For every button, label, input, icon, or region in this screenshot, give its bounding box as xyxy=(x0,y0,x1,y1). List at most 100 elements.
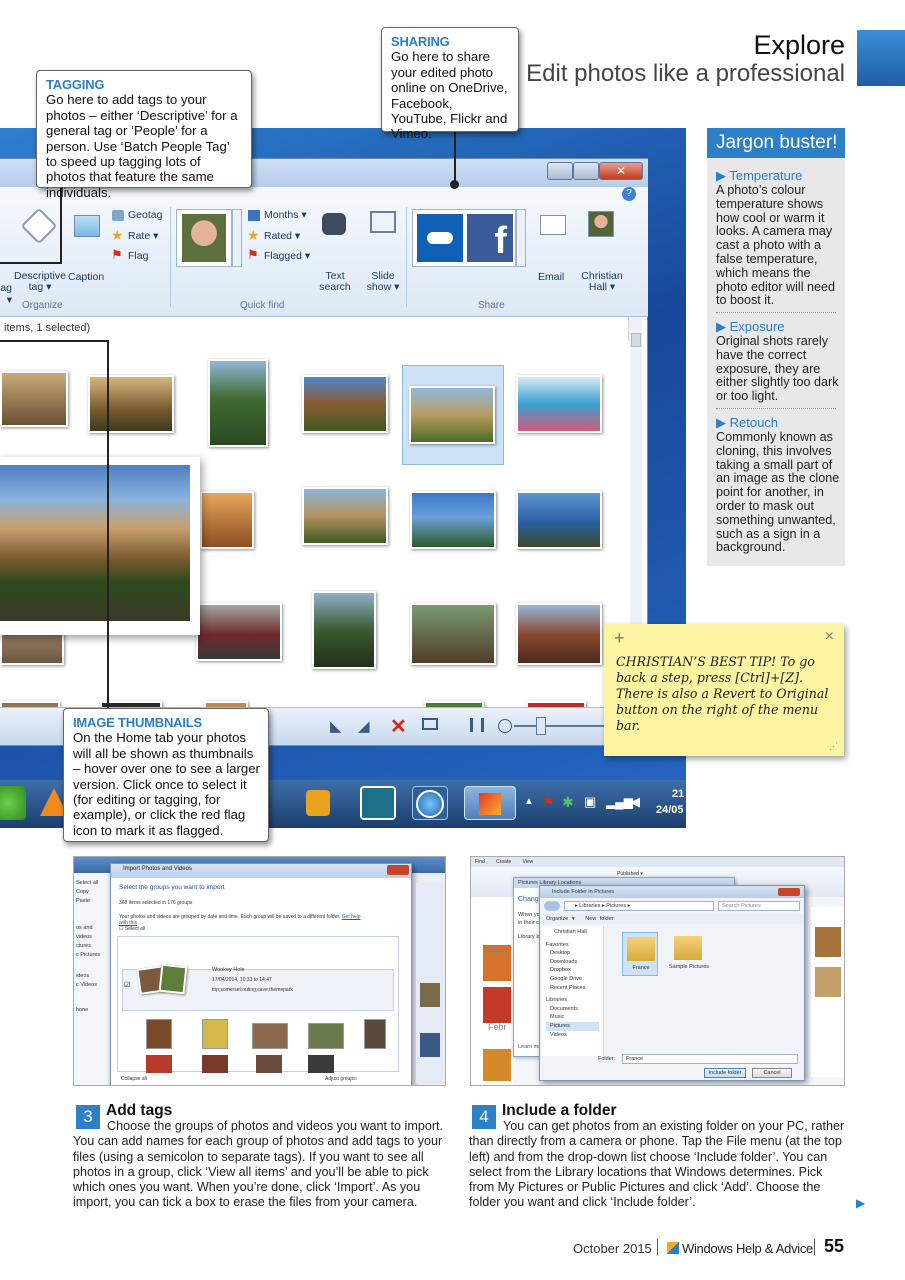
pane-item[interactable]: ctures xyxy=(76,942,106,951)
nav-item[interactable]: Favorites xyxy=(546,941,599,950)
photo-thumbnail[interactable] xyxy=(0,371,68,427)
delete-icon[interactable]: ✕ xyxy=(390,714,407,739)
resize-grip-icon[interactable]: ⋰ xyxy=(829,741,838,752)
folder-field[interactable]: France xyxy=(622,1054,798,1064)
photo-thumbnail[interactable] xyxy=(200,491,254,549)
pane-item[interactable]: c Videos xyxy=(76,981,106,990)
nav-item[interactable]: Music xyxy=(546,1013,599,1022)
nav-item[interactable]: Pictures xyxy=(546,1021,599,1031)
facebook-icon[interactable]: f xyxy=(467,214,513,262)
pane-item[interactable]: ideos xyxy=(76,972,106,981)
include-folder-button[interactable]: Include folder xyxy=(704,1068,746,1078)
minimize-button[interactable] xyxy=(547,162,573,180)
nav-item[interactable]: Recent Places xyxy=(546,984,599,993)
geotag-button[interactable]: Geotag xyxy=(128,209,162,221)
folder-item-selected[interactable]: France xyxy=(622,932,658,976)
caption-button[interactable]: Caption xyxy=(68,271,104,283)
clock-date[interactable]: 24/05 xyxy=(656,804,684,816)
nav-item[interactable]: Christian Hall xyxy=(546,928,599,937)
photo-thumbnail[interactable] xyxy=(208,359,268,447)
gallery-scroll[interactable] xyxy=(232,209,242,267)
photo-thumbnail[interactable] xyxy=(302,487,388,545)
months-button[interactable]: Months ▾ xyxy=(264,209,307,221)
group-checkbox[interactable]: ☑ xyxy=(124,981,130,989)
photo-thumbnail[interactable] xyxy=(516,491,602,549)
signal-icon[interactable]: ▂▄▆ xyxy=(606,795,633,809)
scroll-thumb[interactable] xyxy=(631,333,641,347)
nav-item[interactable]: Dropbox xyxy=(546,966,599,975)
person-share-button[interactable]: Christian Hall ▾ xyxy=(578,271,626,293)
onedrive-icon[interactable] xyxy=(417,214,463,262)
tab-create[interactable]: Create xyxy=(496,859,511,865)
tray-arrow-icon[interactable]: ▲ xyxy=(524,796,534,807)
gallery-scroll[interactable] xyxy=(516,209,526,267)
tag-button-partial[interactable]: ag ▾ xyxy=(0,282,12,306)
nav-item[interactable]: Desktop xyxy=(546,949,599,958)
photo-thumbnail[interactable] xyxy=(312,591,376,669)
folder-item[interactable]: Sample Pictures xyxy=(666,932,710,976)
photo-thumbnail[interactable] xyxy=(410,491,496,549)
nav-item[interactable]: Google Drive xyxy=(546,975,599,984)
clock-time[interactable]: 21 xyxy=(672,788,684,800)
pane-item[interactable]: c Pictures xyxy=(76,951,106,960)
photo-thumbnail[interactable] xyxy=(516,375,602,433)
slides-icon[interactable] xyxy=(306,790,330,816)
pane-item[interactable]: Paste xyxy=(76,897,106,906)
photo-thumbnail[interactable] xyxy=(308,1023,344,1049)
close-button[interactable]: ✕ xyxy=(599,162,643,180)
device-tray-icon[interactable]: ▣ xyxy=(584,794,596,810)
cancel-button[interactable]: Cancel xyxy=(752,1068,792,1078)
add-note-icon[interactable]: + xyxy=(614,628,625,649)
rate-button[interactable]: Rate ▾ xyxy=(128,230,158,242)
flagged-button[interactable]: Flagged ▾ xyxy=(264,250,310,262)
flag-tray-icon[interactable]: ⚑ xyxy=(542,794,555,811)
zoom-out-icon[interactable] xyxy=(498,719,512,733)
nav-item[interactable]: Downloads xyxy=(546,958,599,967)
photo-gallery-taskbar-icon[interactable] xyxy=(464,786,516,820)
nav-item[interactable]: Videos xyxy=(546,1031,599,1040)
photo-thumbnail[interactable] xyxy=(146,1055,172,1073)
pane-item[interactable]: os and videos xyxy=(76,924,106,942)
photo-thumbnail[interactable] xyxy=(252,1023,288,1049)
itunes-icon[interactable] xyxy=(412,786,448,820)
photo-thumbnail[interactable] xyxy=(146,1019,172,1049)
search-input[interactable]: Search Pictures xyxy=(718,901,800,911)
nav-item[interactable]: Documents xyxy=(546,1005,599,1014)
pane-item[interactable]: Select all xyxy=(76,879,106,888)
rated-button[interactable]: Rated ▾ xyxy=(264,230,300,242)
sync-tray-icon[interactable]: ✱ xyxy=(562,794,574,811)
help-icon[interactable]: ? xyxy=(622,187,636,201)
share-gallery[interactable]: f xyxy=(412,209,516,267)
descriptive-tag-button[interactable]: Descriptive tag ▾ xyxy=(12,271,68,293)
photo-thumbnail[interactable] xyxy=(410,603,496,665)
photo-thumbnail[interactable] xyxy=(308,1055,334,1073)
back-forward-icon[interactable] xyxy=(544,901,560,911)
tab-find[interactable]: Find xyxy=(475,859,485,865)
rotate-left-icon[interactable]: ◣ xyxy=(330,717,342,735)
organize-button[interactable]: Organize ▾ xyxy=(546,916,575,922)
rotate-right-icon[interactable]: ◢ xyxy=(358,717,370,735)
photo-thumbnail[interactable] xyxy=(88,375,174,433)
photo-thumbnail[interactable] xyxy=(196,603,282,661)
slide-show-button[interactable]: Slide show ▾ xyxy=(364,271,402,293)
dialog-close-button[interactable] xyxy=(778,888,800,896)
group-tags[interactable]: trip;somerset;outing;cave;themepark xyxy=(212,987,293,993)
email-button[interactable]: Email xyxy=(538,271,564,283)
learn-more-link[interactable]: Learn mo xyxy=(518,1044,541,1050)
zoom-slider[interactable] xyxy=(514,725,604,727)
zoom-thumb[interactable] xyxy=(536,717,546,735)
dialog-close-button[interactable] xyxy=(387,865,409,875)
photo-thumbnail[interactable] xyxy=(302,375,388,433)
network-app-icon[interactable] xyxy=(360,786,396,820)
flag-button[interactable]: Flag xyxy=(128,250,148,262)
photo-thumbnail[interactable] xyxy=(202,1055,228,1073)
photo-thumbnail[interactable] xyxy=(256,1055,282,1073)
slideshow-icon[interactable] xyxy=(422,718,438,730)
pane-item[interactable]: hone xyxy=(76,1006,106,1015)
selected-thumbnail[interactable] xyxy=(402,365,504,465)
nav-item[interactable]: Libraries xyxy=(546,996,599,1005)
app-icon[interactable] xyxy=(0,786,26,820)
photo-thumbnail[interactable] xyxy=(516,603,602,665)
volume-icon[interactable]: ◀ xyxy=(630,794,640,810)
pane-item[interactable]: Copy xyxy=(76,888,106,897)
